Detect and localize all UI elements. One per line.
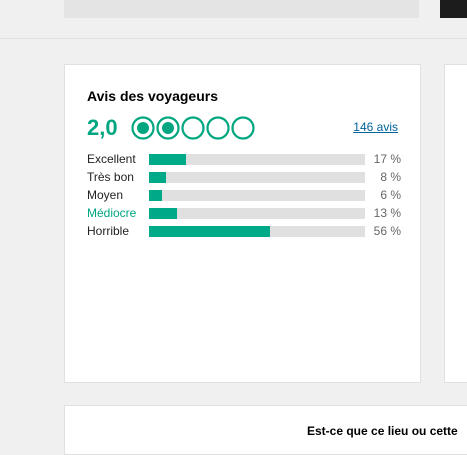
rating-bar-fill [149,226,270,237]
rating-bubbles [131,116,255,140]
rating-bar-fill [149,154,186,165]
rating-row-moyen[interactable]: Moyen 6 % [87,187,401,205]
rating-bar-fill [149,208,178,219]
side-card [444,64,467,383]
rating-row-percent: 6 % [380,188,401,202]
rating-bar-fill [149,172,167,183]
rating-bar-track [149,208,365,219]
rating-bar-track [149,190,365,201]
rating-row-percent: 13 % [373,206,401,220]
rating-row-label: Médiocre [87,206,137,220]
rating-row-percent: 17 % [373,152,401,166]
traveler-reviews-card: Avis des voyageurs 2,0 146 avis Excellen… [64,64,421,383]
review-count-link[interactable]: 146 avis [353,120,398,134]
rating-row-label: Excellent [87,152,136,166]
question-prompt: Est-ce que ce lieu ou cette [307,424,458,438]
rating-bubble-icon [131,116,155,140]
bottom-card: Est-ce que ce lieu ou cette [64,405,467,455]
rating-row-mediocre[interactable]: Médiocre 13 % [87,205,401,223]
rating-row-percent: 8 % [380,170,401,184]
rating-bar-track [149,172,365,183]
rating-bubble-icon [181,116,205,140]
rating-row-horrible[interactable]: Horrible 56 % [87,223,401,241]
rating-score: 2,0 [87,115,118,140]
rating-bar-track [149,154,365,165]
rating-bubble-icon [206,116,230,140]
rating-breakdown: Excellent 17 % Très bon 8 % Moyen 6 % Mé… [87,151,401,241]
photo-thumbnail[interactable] [440,0,467,18]
rating-bar-fill [149,190,162,201]
rating-bubble-icon [231,116,255,140]
reviews-title: Avis des voyageurs [87,88,218,104]
rating-row-label: Moyen [87,188,124,202]
rating-row-excellent[interactable]: Excellent 17 % [87,151,401,169]
rating-bubble-icon [156,116,180,140]
rating-row-label: Très bon [87,170,134,184]
rating-bar-track [149,226,365,237]
section-divider [0,38,467,39]
rating-row-tres-bon[interactable]: Très bon 8 % [87,169,401,187]
rating-row-percent: 56 % [373,224,401,238]
top-content-strip [64,0,419,18]
rating-row-label: Horrible [87,224,130,238]
